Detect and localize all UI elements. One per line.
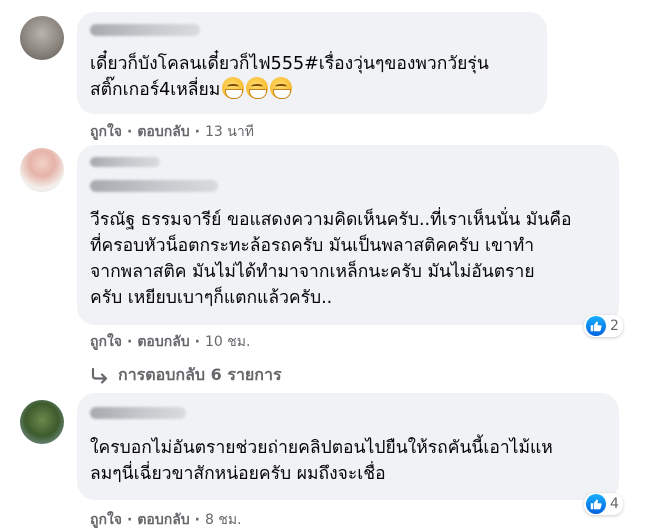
- separator-dot: ·: [127, 124, 133, 140]
- view-replies-link[interactable]: การตอบกลับ 6 รายการ: [90, 363, 282, 388]
- separator-dot: ·: [127, 512, 133, 528]
- timestamp[interactable]: 13 นาที: [205, 121, 254, 143]
- like-link[interactable]: ถูกใจ: [90, 121, 122, 143]
- comment-text: เดี๋ยวก็บังโคลนเดี๋ยวก็ไฟ555#เรื่องวุ่นๆ…: [90, 54, 489, 100]
- timestamp[interactable]: 10 ชม.: [205, 331, 250, 353]
- comment-actions: ถูกใจ · ตอบกลับ · 13 นาที: [90, 121, 254, 143]
- avatar[interactable]: [20, 16, 64, 60]
- commenter-name-blurred[interactable]: [90, 407, 186, 419]
- emoji-group: [222, 77, 293, 99]
- badge-blurred: [90, 157, 160, 167]
- separator-dot: ·: [194, 124, 200, 140]
- reply-link[interactable]: ตอบกลับ: [137, 121, 189, 143]
- commenter-name-blurred[interactable]: [90, 180, 218, 192]
- timestamp[interactable]: 8 ชม.: [205, 509, 242, 531]
- thumbs-up-icon: [586, 316, 606, 336]
- comment-actions: ถูกใจ · ตอบกลับ · 10 ชม.: [90, 331, 250, 353]
- comment-text: ใครบอกไม่อันตรายช่วยถ่ายคลิปตอนไปยืนให้ร…: [90, 438, 553, 484]
- grin-face-icon: [270, 77, 293, 99]
- reply-arrow-icon: [90, 367, 110, 384]
- avatar[interactable]: [20, 400, 64, 444]
- reply-link[interactable]: ตอบกลับ: [137, 331, 189, 353]
- separator-dot: ·: [127, 334, 133, 350]
- thumbs-up-icon: [586, 494, 606, 514]
- grin-face-icon: [222, 77, 245, 99]
- reaction-count[interactable]: 2: [584, 315, 623, 337]
- comment-actions: ถูกใจ · ตอบกลับ · 8 ชม.: [90, 509, 242, 531]
- like-link[interactable]: ถูกใจ: [90, 509, 122, 531]
- reply-link[interactable]: ตอบกลับ: [137, 509, 189, 531]
- grin-face-icon: [246, 77, 269, 99]
- separator-dot: ·: [194, 334, 200, 350]
- commenter-name-blurred[interactable]: [90, 24, 200, 36]
- avatar[interactable]: [20, 148, 64, 192]
- like-link[interactable]: ถูกใจ: [90, 331, 122, 353]
- comment-text: วีรณัฐ ธรรมจารีย์ ขอแสดงความคิดเห็นครับ.…: [90, 210, 572, 308]
- reaction-count[interactable]: 4: [584, 493, 623, 515]
- separator-dot: ·: [194, 512, 200, 528]
